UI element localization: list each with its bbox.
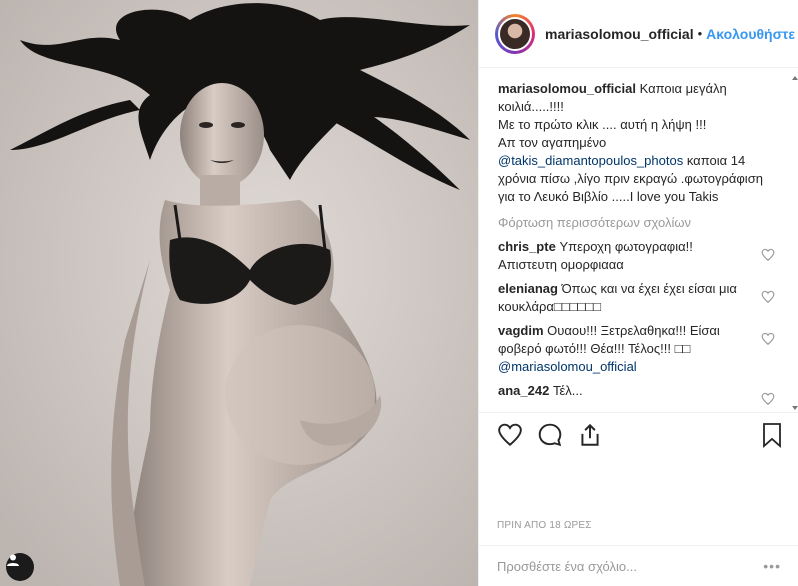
scroll-down-icon[interactable] (792, 406, 798, 410)
user-tag-icon[interactable] (6, 553, 34, 581)
comment-item: ana_242 Τέλ... (498, 382, 775, 406)
post-caption: mariasolomou_official Καποια μεγάλη κοιλ… (498, 80, 775, 206)
heart-icon[interactable] (497, 422, 523, 448)
header-username[interactable]: mariasolomou_official (545, 26, 694, 42)
comment-username[interactable]: ana_242 (498, 383, 549, 398)
more-options-icon[interactable]: ••• (763, 558, 781, 574)
comment-username[interactable]: chris_pte (498, 239, 556, 254)
comment-icon[interactable] (537, 422, 563, 448)
caption-mention[interactable]: @takis_diamantopoulos_photos (498, 153, 683, 168)
header-separator: • (697, 26, 703, 41)
avatar-image (498, 16, 532, 51)
heart-icon[interactable] (761, 332, 775, 346)
heart-icon[interactable] (761, 290, 775, 304)
post-timestamp: ΠΡΙΝ ΑΠΟ 18 ΩΡΕΣ (497, 520, 592, 531)
scroll-up-icon[interactable] (792, 76, 798, 80)
comment-text: Τέλ... (552, 383, 583, 398)
comment-item: chris_pte Υπεροχη φωτογραφια!! Απιστευτη… (498, 238, 775, 274)
comment-username[interactable]: elenianag (498, 281, 558, 296)
comment-input[interactable]: Προσθέστε ένα σχόλιο... (497, 559, 637, 574)
share-icon[interactable] (577, 422, 603, 448)
avatar[interactable] (495, 13, 535, 54)
photo-illustration (0, 0, 478, 586)
comments-list[interactable]: mariasolomou_official Καποια μεγάλη κοιλ… (479, 76, 783, 410)
comment-item: vagdim Ουαου!!! Ξετρελαθηκα!!! Είσαι φοβ… (498, 322, 775, 376)
follow-button[interactable]: Ακολουθήστε (706, 26, 795, 42)
post-header: mariasolomou_official • Ακολουθήστε (479, 0, 798, 68)
comment-username[interactable]: vagdim (498, 323, 544, 338)
heart-icon[interactable] (761, 248, 775, 262)
load-more-comments-button[interactable]: Φόρτωση περισσότερων σχολίων (498, 214, 775, 232)
comment-mention[interactable]: @mariasolomou_official (498, 359, 637, 374)
add-comment-bar: Προσθέστε ένα σχόλιο... ••• (479, 545, 798, 586)
caption-username[interactable]: mariasolomou_official (498, 81, 636, 96)
post-photo[interactable] (0, 0, 478, 586)
heart-icon[interactable] (761, 392, 775, 406)
comments-scrollbar[interactable] (792, 76, 798, 410)
comment-item: elenianag Όπως και να έχει έχει είσαι μι… (498, 280, 775, 316)
bookmark-icon[interactable] (761, 422, 783, 448)
post-actions (479, 412, 798, 456)
caption-line2: Με το πρώτο κλικ .... αυτή η λήψη !!! (498, 117, 707, 132)
post-side-panel: mariasolomou_official • Ακολουθήστε mari… (478, 0, 798, 586)
caption-line3: Απ τον αγαπημένο (498, 135, 607, 150)
person-glyph (7, 554, 19, 566)
